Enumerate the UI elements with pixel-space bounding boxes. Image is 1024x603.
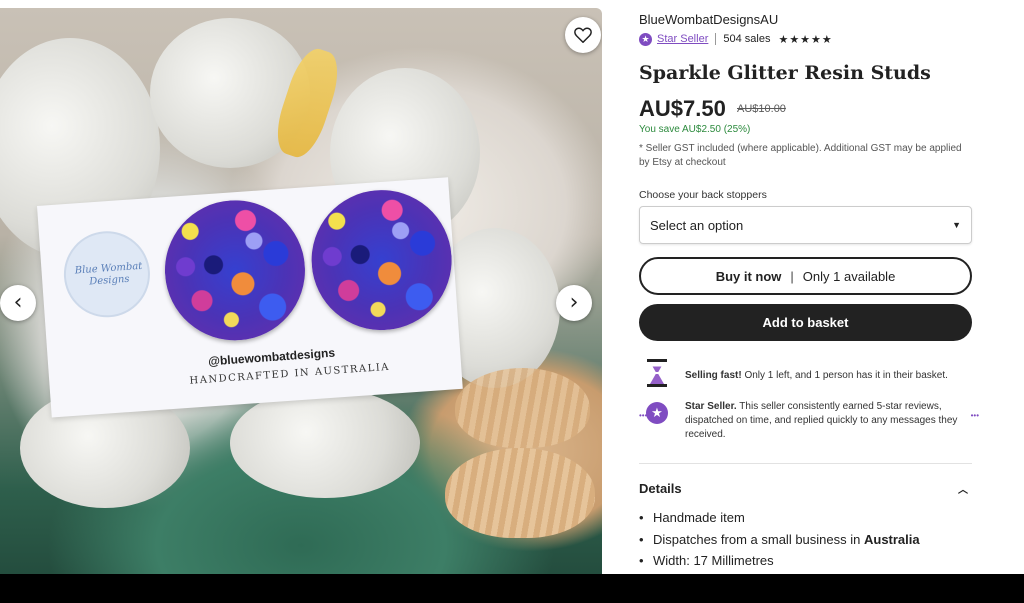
- earring-display-card: Blue Wombat Designs @bluewombatdesigns H…: [37, 177, 463, 418]
- current-price: AU$7.50: [639, 96, 726, 121]
- heart-icon: [574, 27, 592, 43]
- chevron-right-icon: ›: [569, 290, 579, 315]
- logo-text: Blue Wombat Designs: [74, 260, 143, 288]
- earring-stud: [306, 185, 457, 335]
- hourglass-icon: [639, 359, 675, 387]
- chevron-left-icon: ‹: [13, 290, 23, 315]
- gst-note: * Seller GST included (where applicable)…: [639, 143, 962, 168]
- select-value: Select an option: [650, 217, 744, 233]
- sales-count: 504 sales: [723, 33, 771, 45]
- caret-down-icon: ▼: [952, 220, 961, 230]
- detail-text: Handmade item: [653, 510, 745, 525]
- star-seller-badge-icon: ••• ★ •••: [639, 400, 979, 442]
- original-price: AU$10.00: [737, 103, 786, 115]
- seller-stats: ★ Star Seller 504 sales ★★★★★: [639, 31, 833, 47]
- star-seller-icon: ★: [639, 32, 652, 46]
- add-to-basket-button[interactable]: Add to basket: [639, 304, 972, 341]
- chevron-up-icon: ︿: [958, 485, 968, 496]
- back-stopper-select[interactable]: Select an option ▼: [639, 206, 972, 244]
- listing-page: Blue Wombat Designs @bluewombatdesigns H…: [0, 0, 1024, 574]
- star-seller-link[interactable]: Star Seller: [657, 33, 708, 45]
- details-toggle[interactable]: Details ︿: [639, 481, 972, 496]
- shell-decoration: [455, 368, 590, 448]
- previous-image-button[interactable]: ‹: [0, 285, 36, 321]
- shop-name-link[interactable]: BlueWombatDesignsAU: [639, 12, 778, 27]
- detail-text: Width: 17 Millimetres: [653, 553, 774, 568]
- selling-fast-text: Only 1 left, and 1 person has it in thei…: [741, 370, 948, 381]
- details-list: • Handmade item • Dispatches from a smal…: [639, 509, 920, 574]
- card-instagram-handle: @bluewombatdesigns: [207, 345, 336, 369]
- selling-fast-title: Selling fast!: [685, 370, 742, 381]
- detail-text: Dispatches from a small business in: [653, 531, 864, 547]
- savings-text: You save AU$2.50 (25%): [639, 124, 751, 135]
- selling-fast-notice: Selling fast! Only 1 left, and 1 person …: [639, 359, 979, 387]
- next-image-button[interactable]: ›: [556, 285, 592, 321]
- button-divider: |: [790, 268, 794, 284]
- separator: [715, 33, 717, 45]
- shell-decoration: [445, 448, 595, 538]
- list-item: • Width: 17 Millimetres: [639, 552, 920, 574]
- listing-info-panel: BlueWombatDesignsAU ★ Star Seller 504 sa…: [639, 0, 979, 574]
- screen-bottom-bar: [0, 574, 1024, 603]
- earring-stud: [160, 195, 310, 346]
- buy-now-label: Buy it now: [715, 268, 782, 284]
- list-item: • Handmade item: [639, 509, 920, 531]
- detail-bold: Australia: [863, 531, 920, 547]
- option-label: Choose your back stoppers: [639, 189, 767, 201]
- availability-label: Only 1 available: [802, 268, 896, 284]
- star-seller-notice: ••• ★ ••• Star Seller. This seller consi…: [639, 400, 979, 442]
- product-image-gallery[interactable]: Blue Wombat Designs @bluewombatdesigns H…: [0, 8, 602, 574]
- list-item: • Dispatches from a small business in Au…: [639, 531, 920, 553]
- product-title: Sparkle Glitter Resin Studs: [639, 62, 931, 84]
- rating-stars[interactable]: ★★★★★: [778, 33, 832, 46]
- coral-decoration: [230, 388, 420, 498]
- details-heading: Details: [639, 481, 682, 496]
- shop-logo: Blue Wombat Designs: [61, 228, 153, 321]
- star-seller-title: Star Seller.: [685, 401, 737, 412]
- buy-it-now-button[interactable]: Buy it now | Only 1 available: [639, 257, 972, 295]
- section-divider: [639, 463, 972, 464]
- favorite-button[interactable]: [565, 17, 601, 53]
